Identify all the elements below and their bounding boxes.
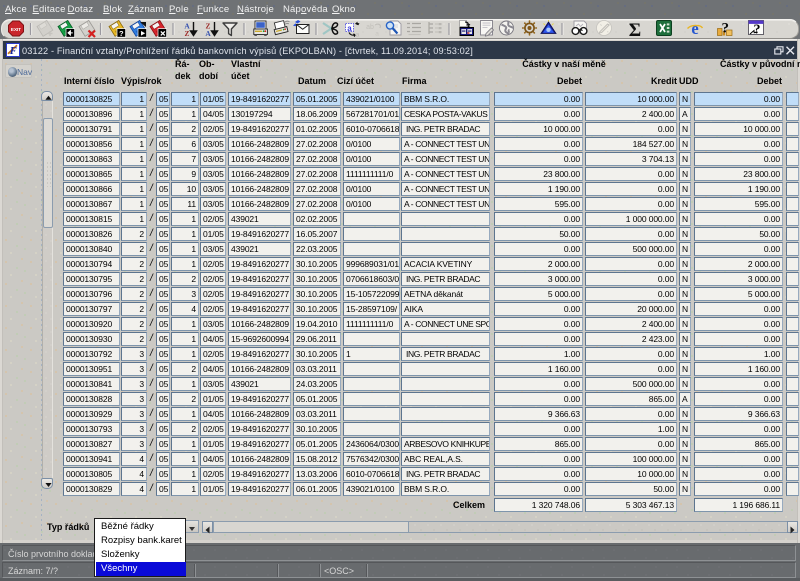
svg-text:Z: Z <box>185 29 190 38</box>
svg-text:e: e <box>691 19 698 38</box>
svg-text:F: F <box>9 46 17 55</box>
svg-text:EXIT: EXIT <box>11 27 21 32</box>
svg-text:?: ? <box>721 21 729 37</box>
svg-text:a: a <box>347 24 352 33</box>
svg-text:ab: ab <box>366 24 374 31</box>
svg-text:a: a <box>356 32 360 39</box>
svg-text:?: ? <box>119 29 124 38</box>
svg-text:?: ? <box>754 23 761 38</box>
svg-text:a: a <box>375 31 379 38</box>
